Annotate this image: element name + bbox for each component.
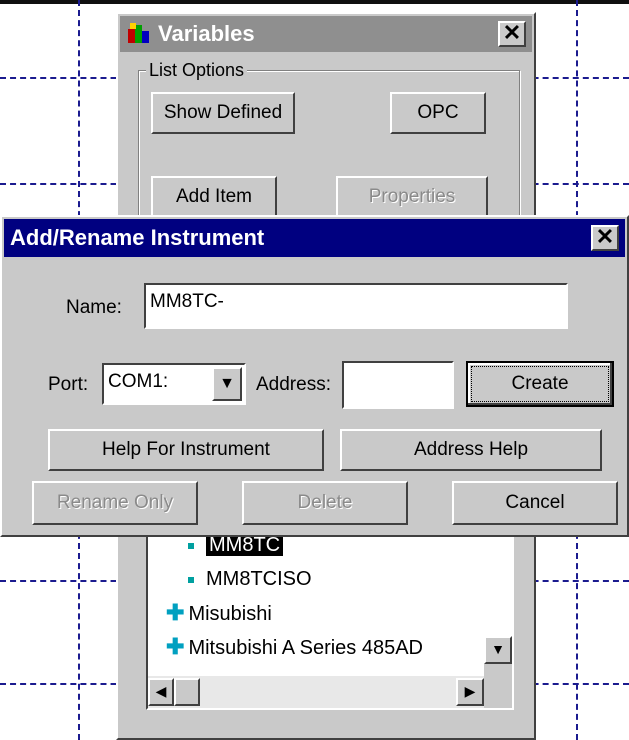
list-options-label: List Options [146, 60, 248, 81]
name-field[interactable]: MM8TC- [144, 283, 568, 329]
instrument-tree[interactable]: MM8TC MM8TCISO ✚ Misubishi ✚ Mitsubishi A … [146, 514, 514, 710]
cancel-button[interactable]: Cancel [452, 481, 618, 525]
leaf-icon [188, 576, 194, 583]
name-label: Name: [66, 297, 122, 318]
opc-button[interactable]: OPC [390, 92, 486, 134]
tree-item[interactable]: MM8TCISO [188, 568, 312, 591]
delete-button[interactable]: Delete [242, 481, 408, 525]
port-select[interactable]: COM1: ▼ [102, 363, 246, 405]
variables-title-bar[interactable]: Variables ✕ [120, 16, 532, 52]
top-edge [0, 0, 629, 4]
port-label: Port: [48, 374, 89, 395]
address-help-button[interactable]: Address Help [340, 429, 602, 471]
create-button[interactable]: Create [466, 361, 614, 407]
dialog-title: Add/Rename Instrument [10, 225, 265, 250]
properties-button[interactable]: Properties [336, 176, 488, 218]
show-defined-button[interactable]: Show Defined [151, 92, 295, 134]
close-icon[interactable]: ✕ [591, 225, 619, 251]
variables-title: Variables [158, 21, 255, 46]
leaf-icon [188, 542, 194, 549]
tree-item[interactable]: ✚ Misubishi [166, 600, 272, 626]
scroll-left-button[interactable]: ◀ [148, 678, 174, 706]
scroll-right-button[interactable]: ▶ [456, 678, 484, 706]
rename-only-button[interactable]: Rename Only [32, 481, 198, 525]
close-icon[interactable]: ✕ [498, 21, 526, 47]
app-icon [126, 21, 152, 47]
address-field[interactable] [342, 361, 454, 409]
tree-item[interactable]: MM8TC [188, 534, 284, 557]
scroll-thumb[interactable] [174, 678, 200, 706]
dialog-title-bar[interactable]: Add/Rename Instrument ✕ [4, 219, 625, 257]
expand-icon[interactable]: ✚ [166, 600, 184, 625]
help-for-instrument-button[interactable]: Help For Instrument [48, 429, 324, 471]
add-item-button[interactable]: Add Item [151, 176, 277, 218]
chevron-down-icon[interactable]: ▼ [212, 367, 242, 401]
tree-item[interactable]: ✚ Mitsubishi A Series 485AD [166, 634, 423, 660]
expand-icon[interactable]: ✚ [166, 634, 184, 659]
add-rename-dialog: Add/Rename Instrument ✕ Name: MM8TC- Por… [0, 215, 629, 537]
address-label: Address: [256, 374, 331, 395]
scroll-down-button[interactable]: ▼ [484, 636, 512, 664]
scroll-corner [484, 664, 512, 708]
